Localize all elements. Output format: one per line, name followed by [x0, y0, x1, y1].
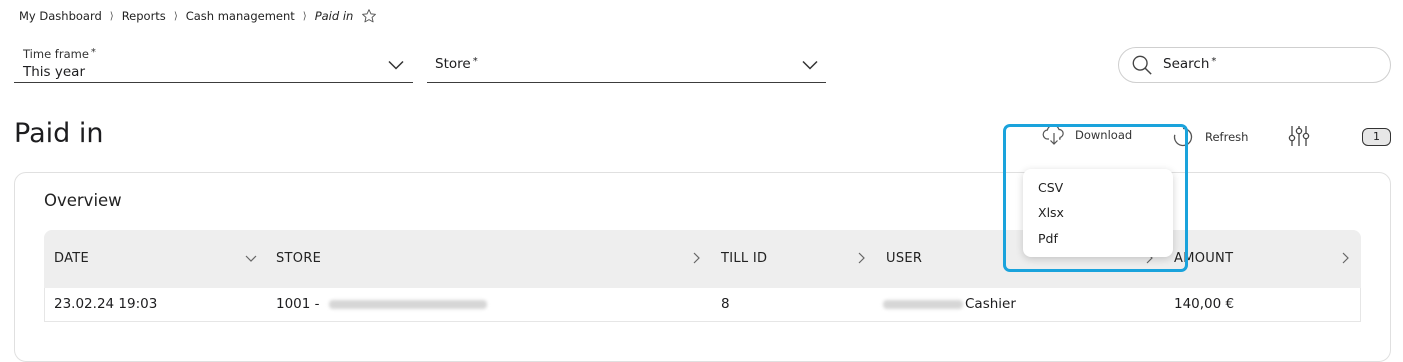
table-row[interactable]: 23.02.24 19:03 1001 - 8 Cashier 140,00 €: [44, 288, 1361, 322]
cell-till-id: 8: [721, 296, 730, 312]
redacted-user-name: [883, 299, 963, 309]
redacted-store-name: [328, 299, 487, 309]
breadcrumb-reports[interactable]: Reports: [122, 9, 166, 23]
column-header-till-id[interactable]: TILL ID: [721, 251, 767, 266]
overview-title: Overview: [44, 191, 122, 210]
breadcrumb-separator: ⟩: [173, 10, 178, 22]
chevron-down-icon[interactable]: [245, 255, 257, 263]
chevron-down-icon: [802, 60, 818, 70]
breadcrumb-current: Paid in: [314, 9, 354, 23]
highlight-annotation: [1003, 124, 1188, 272]
search-input[interactable]: Search *: [1118, 47, 1391, 83]
breadcrumb-separator: ⟩: [109, 10, 114, 22]
breadcrumb: My Dashboard ⟩ Reports ⟩ Cash management…: [19, 7, 377, 25]
breadcrumb-cash-management[interactable]: Cash management: [186, 9, 295, 23]
count-badge[interactable]: 1: [1362, 128, 1391, 146]
search-icon: [1132, 55, 1152, 75]
chevron-down-icon: [388, 60, 404, 70]
breadcrumb-separator: ⟩: [302, 10, 307, 22]
cell-user-role: Cashier: [965, 296, 1016, 312]
column-header-user[interactable]: USER: [886, 251, 922, 266]
refresh-label: Refresh: [1205, 130, 1249, 144]
chevron-right-icon[interactable]: [856, 252, 866, 264]
star-icon[interactable]: [361, 8, 377, 24]
cell-store: 1001 -: [276, 296, 487, 312]
cell-amount: 140,00 €: [1174, 296, 1235, 312]
store-select[interactable]: Store *: [427, 45, 826, 83]
column-header-date[interactable]: DATE: [54, 251, 89, 266]
cell-store-id: 1001 -: [276, 296, 320, 312]
chevron-right-icon[interactable]: [691, 252, 701, 264]
timeframe-value: This year: [23, 64, 85, 80]
column-header-store[interactable]: STORE: [276, 251, 321, 266]
cell-user: Cashier: [883, 296, 1016, 312]
chevron-right-icon[interactable]: [1340, 252, 1350, 264]
store-label: Store *: [435, 56, 478, 72]
breadcrumb-my-dashboard[interactable]: My Dashboard: [19, 9, 102, 23]
page-title: Paid in: [14, 118, 104, 149]
timeframe-label: Time frame *: [23, 47, 96, 61]
search-placeholder: Search *: [1163, 56, 1217, 72]
filter-sliders-icon[interactable]: [1287, 125, 1311, 147]
cell-date: 23.02.24 19:03: [54, 296, 158, 312]
timeframe-select[interactable]: Time frame * This year: [14, 45, 413, 83]
